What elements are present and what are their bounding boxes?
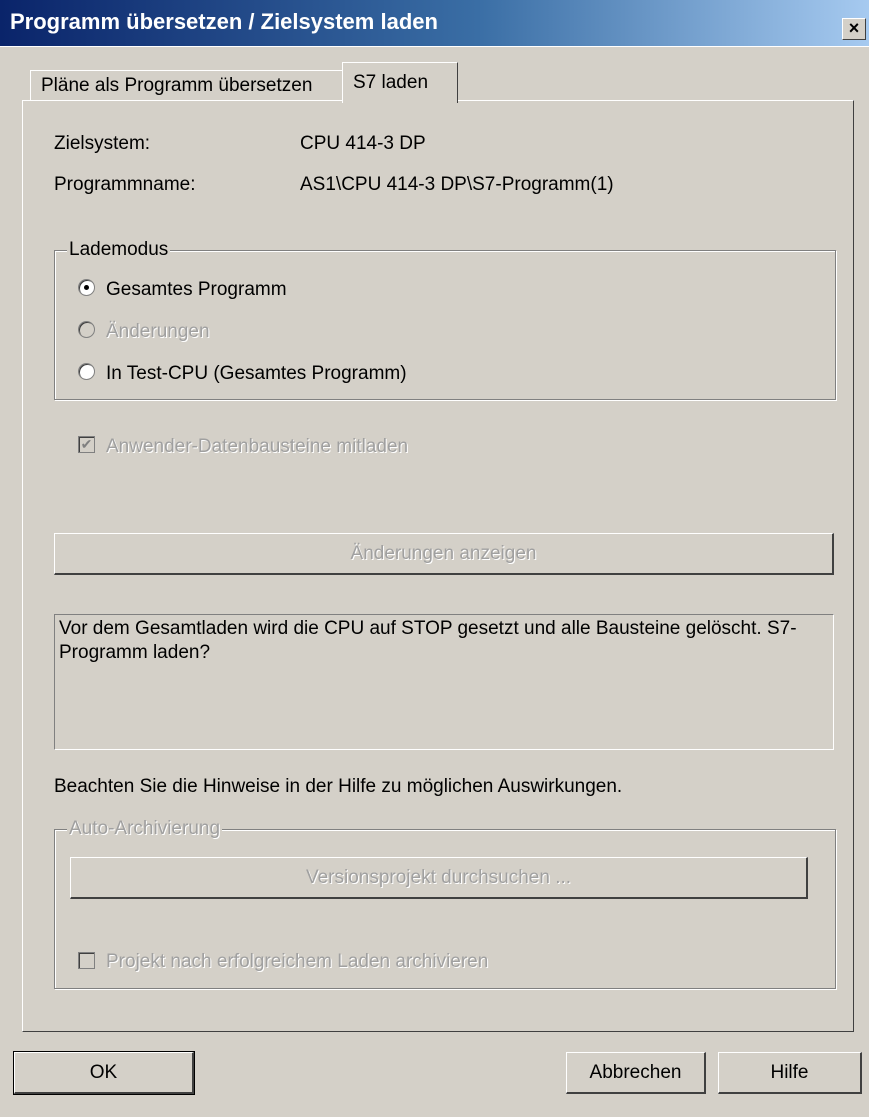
program-name-value: AS1\CPU 414-3 DP\S7-Programm(1) [300, 174, 614, 195]
archive-project-checkbox [78, 952, 95, 969]
lademodus-legend: Lademodus [67, 239, 171, 261]
hint-text: Beachten Sie die Hinweise in der Hilfe z… [54, 776, 623, 797]
cancel-button-label: Abbrechen [589, 1062, 682, 1083]
browse-version-project-label: Versionsprojekt durchsuchen ... [305, 867, 572, 888]
radio-test-cpu[interactable] [78, 363, 95, 380]
tab-content: Zielsystem: CPU 414-3 DP Programmname: A… [0, 0, 869, 1117]
radio-changes-label: Änderungen [106, 321, 210, 342]
cancel-button[interactable]: Abbrechen [566, 1052, 706, 1094]
auto-archive-legend: Auto-Archivierung [67, 818, 223, 840]
ok-button[interactable]: OK [13, 1051, 195, 1095]
target-system-value: CPU 414-3 DP [300, 133, 426, 154]
help-button[interactable]: Hilfe [718, 1052, 862, 1094]
program-name-label: Programmname: [54, 174, 196, 195]
radio-changes [78, 321, 95, 338]
user-db-checkbox-label: Anwender-Datenbausteine mitladen [106, 436, 409, 457]
checkmark-icon: ✔ [80, 436, 93, 452]
radio-test-cpu-label[interactable]: In Test-CPU (Gesamtes Programm) [106, 363, 407, 385]
help-button-label: Hilfe [770, 1062, 809, 1083]
show-changes-button: Änderungen anzeigen [54, 533, 834, 575]
message-box: Vor dem Gesamtladen wird die CPU auf STO… [54, 614, 834, 750]
show-changes-button-label: Änderungen anzeigen [350, 543, 537, 564]
radio-full-program[interactable] [78, 279, 95, 296]
archive-project-checkbox-label: Projekt nach erfolgreichem Laden archivi… [106, 951, 489, 972]
ok-button-label: OK [89, 1062, 118, 1083]
user-db-checkbox: ✔ [78, 436, 95, 453]
radio-full-program-label[interactable]: Gesamtes Programm [106, 279, 287, 301]
target-system-label: Zielsystem: [54, 133, 151, 154]
browse-version-project-button: Versionsprojekt durchsuchen ... [70, 857, 808, 899]
message-text: Vor dem Gesamtladen wird die CPU auf STO… [59, 618, 797, 663]
